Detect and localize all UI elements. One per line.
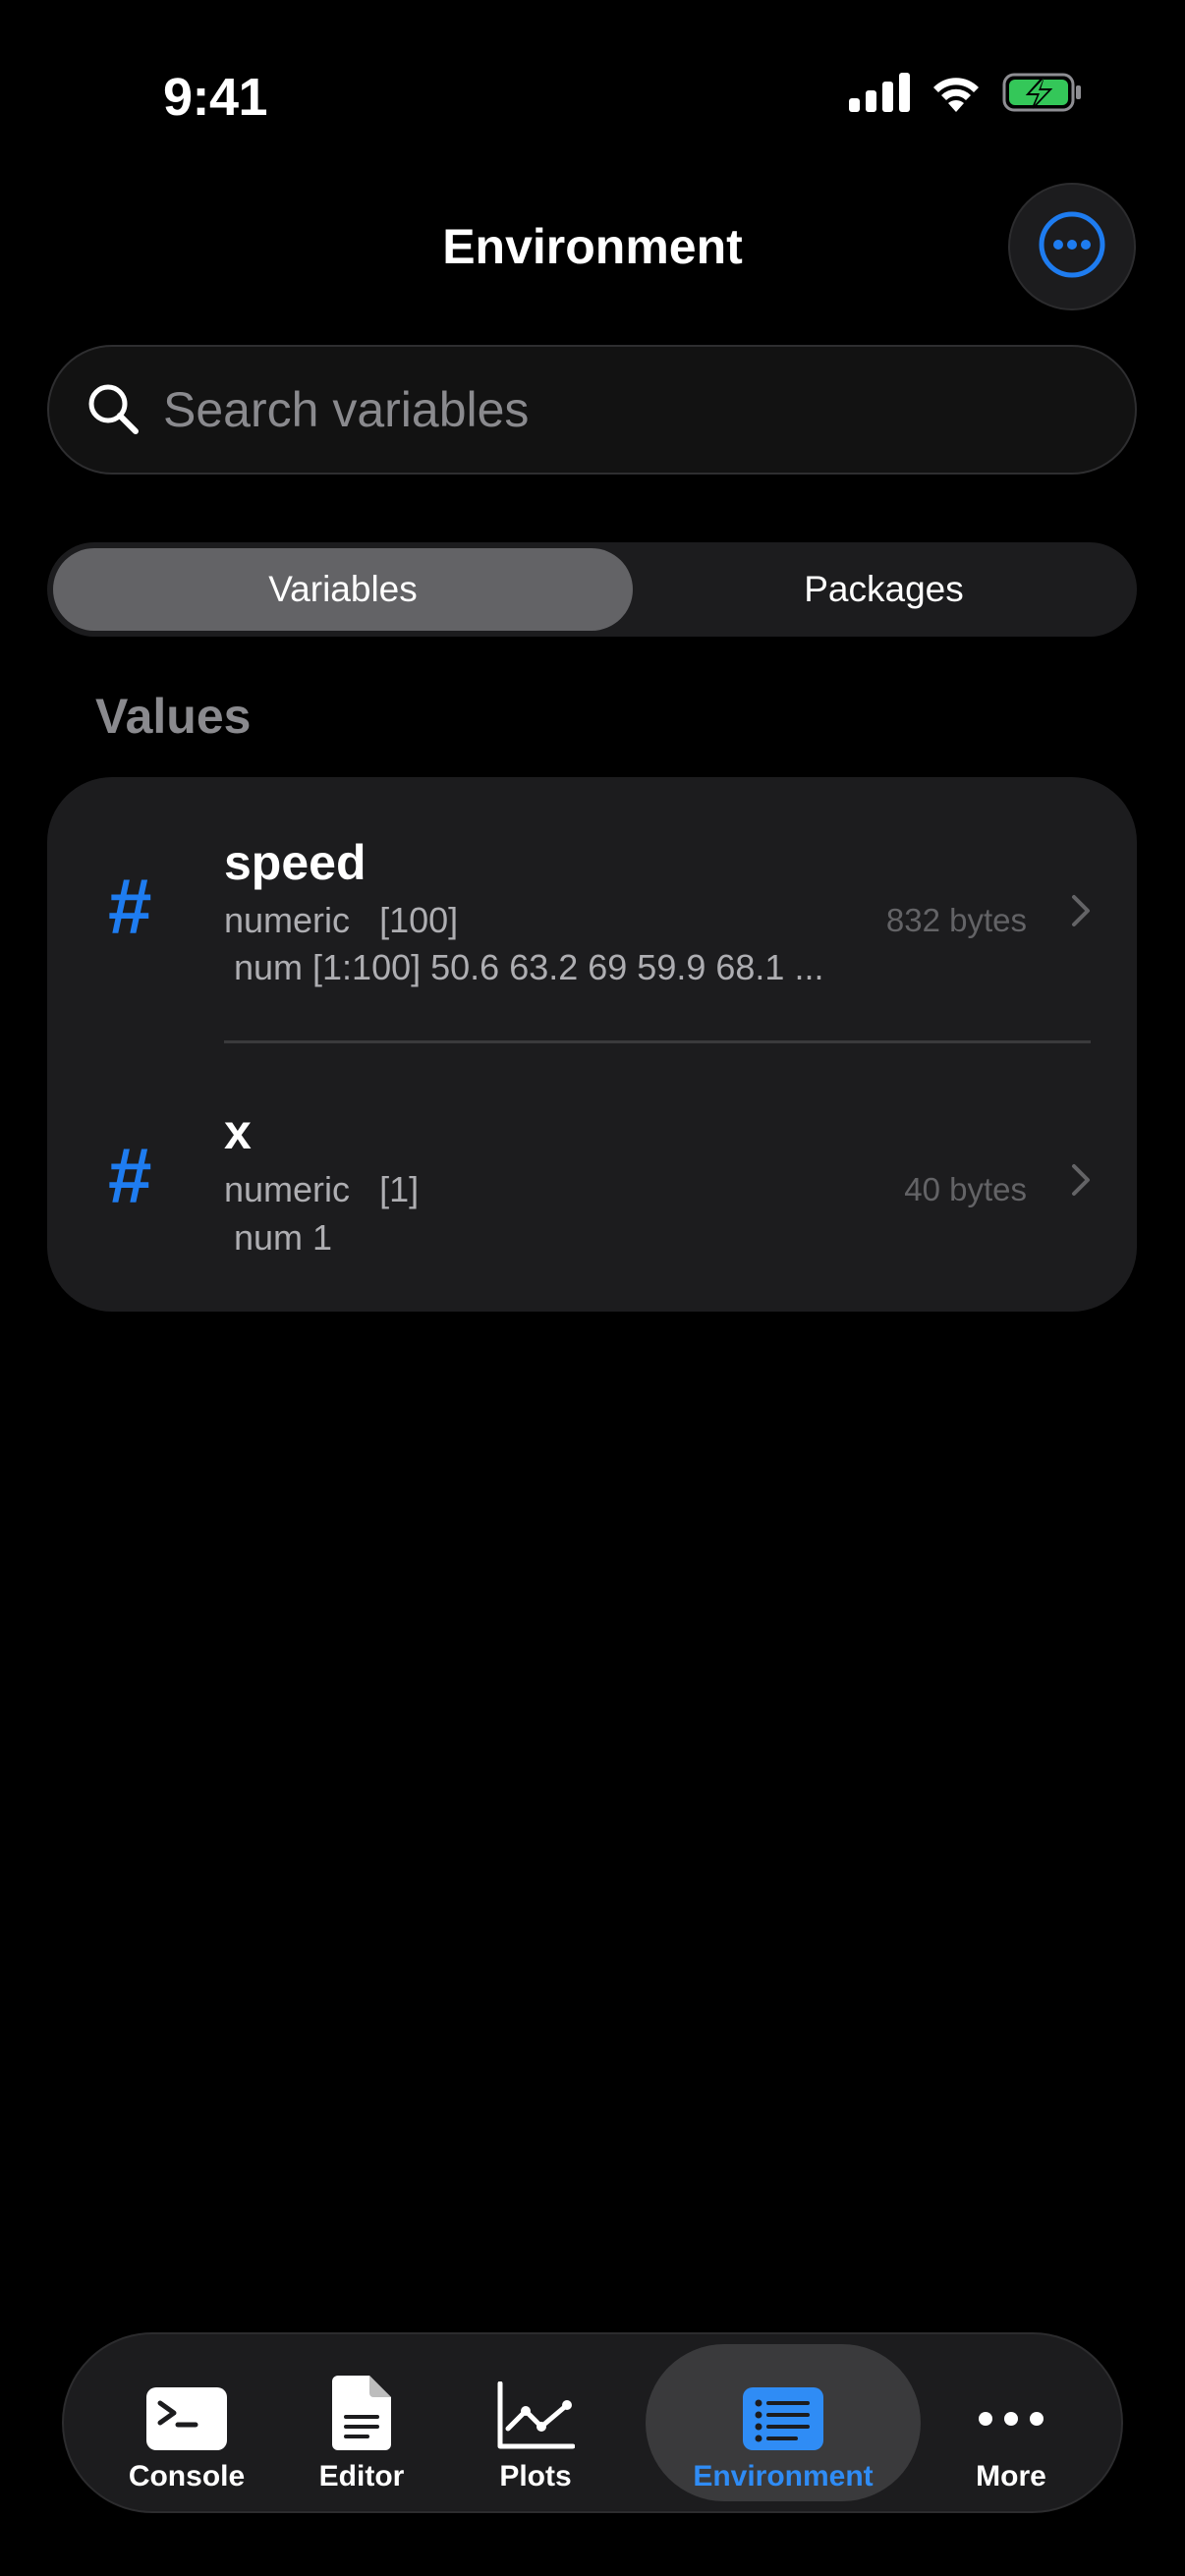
- tab-label: Environment: [693, 2460, 874, 2492]
- variable-dims: [1]: [379, 1169, 420, 1209]
- tab-label: More: [976, 2460, 1046, 2492]
- line-chart-icon: [496, 2362, 575, 2450]
- battery-charging-icon: [1002, 73, 1083, 117]
- variable-type: numeric [100]: [224, 900, 458, 941]
- cellular-icon: [849, 73, 910, 117]
- tab-label: Plots: [499, 2460, 572, 2492]
- tab-bar: Console Editor Plots Environment More: [62, 2332, 1123, 2513]
- variable-preview: num [1:100] 50.6 63.2 69 59.9 68.1 ...: [234, 947, 824, 987]
- list-item[interactable]: # speed numeric [100] num [1:100] 50.6 6…: [47, 777, 1137, 1044]
- more-options-button[interactable]: [1008, 183, 1136, 310]
- segmented-control: Variables Packages: [47, 542, 1137, 637]
- tab-label: Editor: [318, 2460, 405, 2492]
- hash-icon: #: [108, 863, 152, 950]
- variable-class: numeric: [224, 900, 351, 940]
- variable-class: numeric: [224, 1169, 351, 1209]
- variable-size: 832 bytes: [885, 902, 1027, 938]
- wifi-icon: [930, 73, 983, 117]
- tab-environment[interactable]: Environment: [646, 2344, 921, 2501]
- tab-plots[interactable]: Plots: [457, 2344, 614, 2501]
- section-title: Values: [95, 689, 252, 744]
- status-icons: [849, 73, 1083, 117]
- tab-label: Console: [128, 2460, 246, 2492]
- search-input[interactable]: [163, 347, 1097, 473]
- divider: [224, 1040, 1091, 1043]
- variable-name: speed: [224, 835, 367, 890]
- variable-type: numeric [1]: [224, 1169, 419, 1210]
- status-bar: 9:41: [0, 0, 1185, 187]
- tab-variables[interactable]: Variables: [53, 548, 633, 631]
- ellipsis-circle-icon: [1037, 209, 1107, 285]
- variables-list: # speed numeric [100] num [1:100] 50.6 6…: [47, 777, 1137, 1312]
- tab-console[interactable]: Console: [103, 2344, 270, 2501]
- variable-name: x: [224, 1104, 252, 1159]
- variable-dims: [100]: [379, 900, 459, 940]
- document-icon: [332, 2362, 391, 2450]
- chevron-right-icon: [1070, 893, 1092, 933]
- tab-more[interactable]: More: [942, 2344, 1080, 2501]
- terminal-icon: [146, 2362, 227, 2450]
- status-time: 9:41: [163, 68, 268, 127]
- tab-packages[interactable]: Packages: [637, 548, 1131, 631]
- list-item[interactable]: # x numeric [1] num 1 40 bytes: [47, 1044, 1137, 1312]
- search-bar[interactable]: [47, 345, 1137, 475]
- ellipsis-icon: [976, 2362, 1046, 2450]
- variable-preview: num 1: [234, 1217, 333, 1258]
- variable-size: 40 bytes: [904, 1171, 1027, 1207]
- list-icon: [743, 2362, 823, 2450]
- chevron-right-icon: [1070, 1162, 1092, 1203]
- hash-icon: #: [108, 1132, 152, 1219]
- tab-editor[interactable]: Editor: [288, 2344, 435, 2501]
- search-icon: [86, 382, 141, 442]
